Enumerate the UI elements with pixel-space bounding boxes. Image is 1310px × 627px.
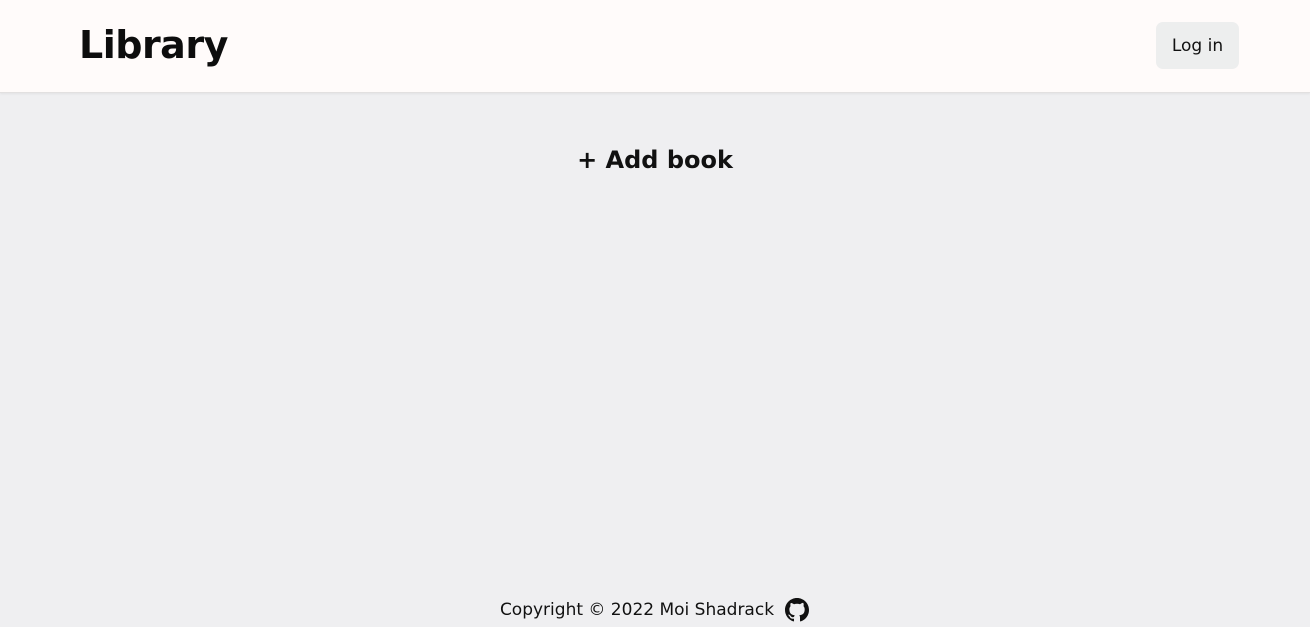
library-app: Library Log in + Add book Copyright © 20… bbox=[0, 0, 1310, 627]
github-link[interactable] bbox=[784, 597, 810, 623]
app-title: Library bbox=[79, 23, 228, 67]
github-icon bbox=[785, 598, 810, 622]
copyright-text: Copyright © 2022 Moi Shadrack bbox=[499, 600, 775, 620]
login-button[interactable]: Log in bbox=[1156, 22, 1239, 69]
add-book-button[interactable]: + Add book bbox=[0, 140, 1310, 180]
footer: Copyright © 2022 Moi Shadrack bbox=[0, 593, 1310, 627]
top-navbar: Library Log in bbox=[0, 0, 1310, 93]
